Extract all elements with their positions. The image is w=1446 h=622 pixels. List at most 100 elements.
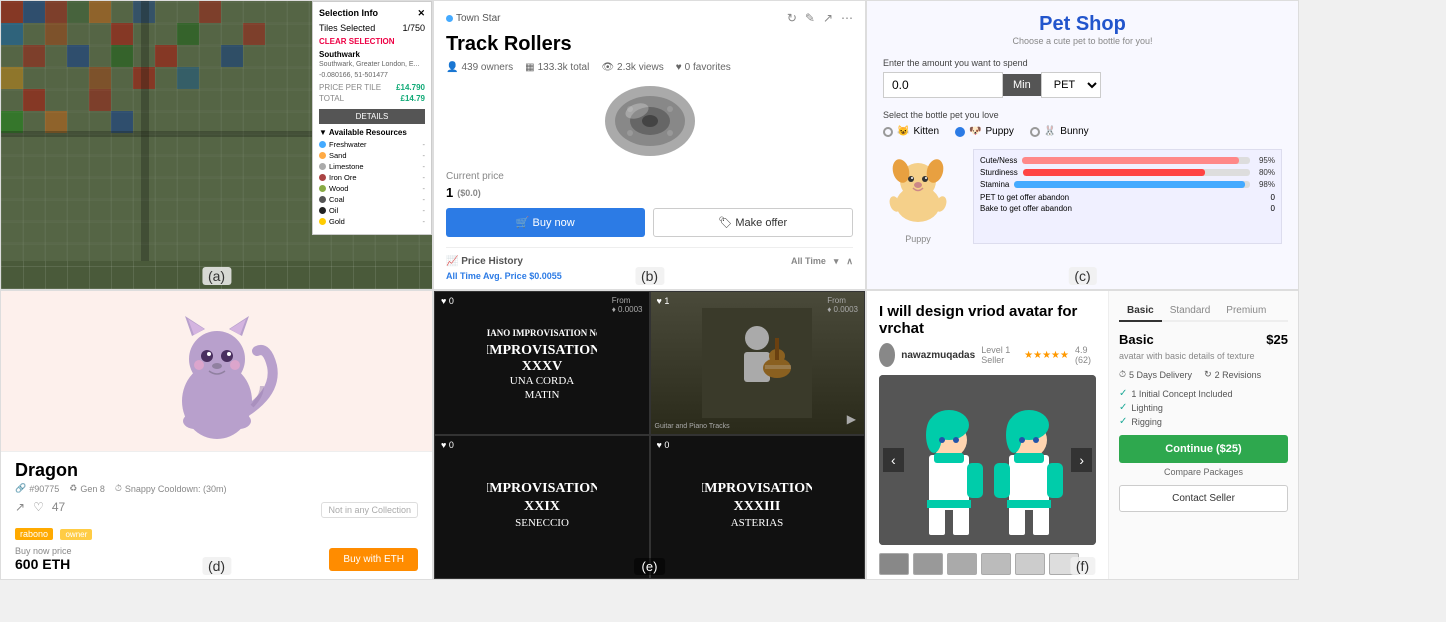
store-info: Town Star: [446, 13, 500, 24]
views-stat: 👁2.3k views: [601, 62, 663, 73]
thumb-5[interactable]: [1015, 553, 1045, 575]
total-stat: ▦133.3k total: [525, 62, 589, 73]
item2-price: From♦ 0.0003: [827, 296, 858, 314]
thumb-4[interactable]: [981, 553, 1011, 575]
unit-select[interactable]: PET: [1041, 72, 1101, 98]
music-cover-svg-2: [702, 308, 812, 418]
min-button[interactable]: Min: [1003, 74, 1041, 96]
seller-info: nawazmuqadas Level 1 Seller ★★★★★ 4.9 (6…: [879, 343, 1096, 367]
item1-heart[interactable]: ♥ 0: [441, 296, 454, 314]
all-time-filter[interactable]: All Time: [791, 256, 826, 267]
resources-list: Freshwater-Sand-Limestone-Iron Ore-Wood-…: [319, 140, 425, 226]
panel-a: Selection Info ✕ Tiles Selected 1/750 CL…: [0, 0, 433, 290]
item4-heart[interactable]: ♥ 0: [657, 440, 670, 450]
item3-topbar: ♥ 0: [435, 436, 649, 454]
share-action-icon[interactable]: ↗: [15, 500, 25, 514]
action-icons[interactable]: ↻ ✎ ↗ ⋯: [787, 11, 853, 25]
refresh-icon[interactable]: ↻: [787, 11, 797, 25]
collapse-icon[interactable]: ∧: [846, 256, 853, 267]
resource-row: Limestone-: [319, 162, 425, 171]
share-icon[interactable]: ↗: [823, 11, 833, 25]
bunny-label: Bunny: [1060, 126, 1088, 137]
resource-dot: [319, 174, 326, 181]
chart-controls[interactable]: All Time ▾ ∧: [791, 256, 853, 267]
check-icon-3: ✓: [1119, 416, 1127, 427]
feature-1: ✓ 1 Initial Concept Included: [1119, 388, 1288, 399]
owner-badge: owner: [60, 529, 92, 540]
features-list: ✓ 1 Initial Concept Included ✓ Lighting …: [1119, 388, 1288, 427]
kitten-radio[interactable]: [883, 127, 893, 137]
cuteness-bar-wrap: [1022, 157, 1250, 164]
compare-packages-link[interactable]: Compare Packages: [1119, 467, 1288, 477]
tab-basic[interactable]: Basic: [1119, 301, 1162, 322]
chevron-down-icon[interactable]: ▾: [834, 256, 839, 267]
panel-label-f: (f): [1070, 557, 1095, 575]
item2-heart[interactable]: ♥ 1: [657, 296, 670, 314]
avatar-svg: [879, 375, 1096, 545]
tab-premium[interactable]: Premium: [1218, 301, 1274, 320]
collection-tag: Not in any Collection: [321, 502, 418, 518]
cuteness-bar: [1022, 157, 1238, 164]
panel-label-d: (d): [202, 557, 231, 575]
cart-icon[interactable]: 47: [52, 500, 65, 514]
sturdiness-bar: [1023, 169, 1205, 176]
amount-row[interactable]: Min PET: [883, 72, 1282, 98]
buy-now-button[interactable]: 🛒 Buy now: [446, 208, 645, 237]
seller-level: Level 1 Seller: [981, 345, 1018, 365]
clear-selection-button[interactable]: CLEAR SELECTION: [319, 37, 425, 46]
like-icon[interactable]: ♡: [33, 500, 44, 514]
store-dot: [446, 15, 453, 22]
close-icon[interactable]: ✕: [417, 8, 425, 19]
resource-row: Oil-: [319, 206, 425, 215]
tab-standard[interactable]: Standard: [1162, 301, 1219, 320]
bunny-radio[interactable]: [1030, 127, 1040, 137]
panel-b: Town Star ↻ ✎ ↗ ⋯ Track Rollers 👤439 own…: [433, 0, 866, 290]
puppy-radio[interactable]: [955, 127, 965, 137]
play-icon[interactable]: ▶: [847, 412, 856, 426]
coordinates: -0.080166, 51-501477: [319, 72, 425, 79]
nav-right-button[interactable]: ›: [1071, 448, 1092, 472]
music-cover-4: IMPROVISATION XXXIII ASTERIAS: [651, 436, 865, 578]
edit-icon[interactable]: ✎: [805, 11, 815, 25]
panel-label-b: (b): [635, 267, 664, 285]
resource-dot: [319, 152, 326, 159]
continue-button[interactable]: Continue ($25): [1119, 435, 1288, 463]
pet-option-kitten[interactable]: 😺 Kitten: [883, 126, 939, 137]
panel-d: Dragon 🔗#90775 ♻Gen 8 ⏱Snappy Cooldown: …: [0, 290, 433, 580]
pet-option-puppy[interactable]: 🐶 Puppy: [955, 126, 1014, 137]
pet-abandon-row: PET to get offer abandon 0: [980, 193, 1275, 202]
price-total-row: TOTAL £14.79: [319, 94, 425, 103]
svg-text:IMPROVISATION: IMPROVISATION: [487, 481, 597, 496]
svg-text:IMPROVISATION: IMPROVISATION: [487, 343, 597, 358]
buy-with-eth-button[interactable]: Buy with ETH: [329, 548, 418, 571]
thumb-3[interactable]: [947, 553, 977, 575]
svg-text:PIANO IMPROVISATION No.: PIANO IMPROVISATION No.: [487, 328, 597, 338]
more-icon[interactable]: ⋯: [841, 11, 853, 25]
contact-seller-button[interactable]: Contact Seller: [1119, 485, 1288, 512]
delivery-info: ⏱5 Days Delivery ↻2 Revisions: [1119, 369, 1288, 380]
item4-topbar: ♥ 0: [651, 436, 865, 454]
selection-info-title: Selection Info ✕: [319, 8, 425, 19]
details-button[interactable]: DETAILS: [319, 109, 425, 124]
product-image-area: [446, 81, 853, 161]
selected-pet-name: Puppy: [883, 234, 953, 244]
make-offer-button[interactable]: 🏷 Make offer: [653, 208, 854, 237]
product-title: Track Rollers: [446, 33, 853, 56]
pet-option-bunny[interactable]: 🐰 Bunny: [1030, 126, 1089, 137]
item3-heart[interactable]: ♥ 0: [441, 440, 454, 450]
svg-text:XXXV: XXXV: [522, 359, 562, 374]
nft-actions: ↗ ♡ 47: [15, 500, 65, 514]
action-buttons: 🛒 Buy now 🏷 Make offer: [446, 208, 853, 237]
nav-left-button[interactable]: ‹: [883, 448, 904, 472]
seller-name[interactable]: nawazmuqadas: [901, 350, 975, 361]
music-cover-svg-1: PIANO IMPROVISATION No. IMPROVISATION XX…: [487, 308, 597, 418]
thumb-2[interactable]: [913, 553, 943, 575]
resource-dot: [319, 185, 326, 192]
resource-dot: [319, 163, 326, 170]
nft-gen: ♻Gen 8: [69, 483, 105, 494]
amount-input[interactable]: [883, 72, 1003, 98]
pet-shop-title: Pet Shop: [883, 13, 1282, 36]
pets-label: Select the bottle pet you love: [883, 110, 1282, 120]
thumb-1[interactable]: [879, 553, 909, 575]
gig-image-area: ‹ ›: [879, 375, 1096, 545]
